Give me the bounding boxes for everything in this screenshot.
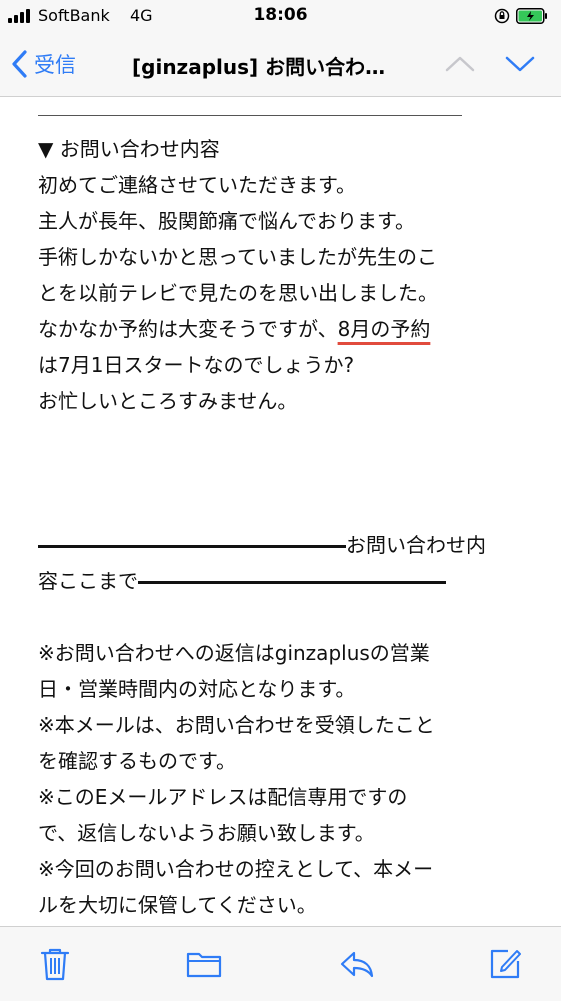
folder-icon[interactable] xyxy=(185,945,223,983)
bottom-toolbar xyxy=(0,926,561,1001)
back-button[interactable]: 受信 xyxy=(10,46,76,82)
end-marker-text: 容ここまで xyxy=(38,569,138,593)
status-time: 18:06 xyxy=(253,5,308,25)
end-marker-line: 容ここまで xyxy=(38,563,528,599)
body-line: 初めてご連絡させていただきます。 xyxy=(38,173,356,197)
body-line: は7月1日スタートなのでしょうか? xyxy=(38,353,355,377)
body-text: なかなか予約は大変そうですが、 xyxy=(38,317,338,341)
navigation-bar: 受信 [ginzaplus] お問い合わ… xyxy=(0,32,561,97)
compose-icon[interactable] xyxy=(486,945,524,983)
reply-icon[interactable] xyxy=(338,945,376,983)
notice-line: ※本メールは、お問い合わせを受領したこと xyxy=(38,713,435,737)
body-line: とを以前テレビで見たのを思い出しました。 xyxy=(38,281,438,305)
body-line: 主人が長年、股関節痛で悩んでおります。 xyxy=(38,209,415,233)
next-message-chevron-down-icon[interactable] xyxy=(504,50,536,78)
notice-line: 日・営業時間内の対応となります。 xyxy=(38,677,356,701)
highlighted-text: 8月の予約 xyxy=(337,317,431,341)
notice-line: を確認するものです。 xyxy=(38,749,236,773)
chevron-left-icon xyxy=(12,50,27,78)
message-body: ▼ お問い合わせ内容 初めてご連絡させていただきます。 主人が長年、股関節痛で悩… xyxy=(38,98,528,918)
message-subject-title: [ginzaplus] お問い合わ… xyxy=(132,55,386,79)
section-header: ▼ お問い合わせ内容 xyxy=(38,137,220,161)
notice-line: ※このEメールアドレスは配信専用ですの xyxy=(38,785,408,809)
battery-icon xyxy=(516,8,547,24)
rule-line xyxy=(138,581,446,584)
end-marker-line: お問い合わせ内 xyxy=(38,527,528,563)
orientation-lock-icon xyxy=(494,8,510,24)
body-line: 手術しかないかと思っていましたが先生のこ xyxy=(38,245,437,269)
end-marker-text: お問い合わせ内 xyxy=(346,533,486,557)
notice-line: ルを大切に保管してください。 xyxy=(38,893,317,917)
trash-icon[interactable] xyxy=(36,945,74,983)
back-button-label: 受信 xyxy=(34,53,76,77)
body-line: なかなか予約は大変そうですが、8月の予約 xyxy=(38,311,528,347)
notice-line: ※お問い合わせへの返信はginzaplusの営業 xyxy=(38,641,430,665)
status-bar: SoftBank 4G 18:06 xyxy=(0,0,561,32)
notice-line: で、返信しないようお願い致します。 xyxy=(38,821,375,845)
rule-line xyxy=(38,545,346,548)
previous-message-chevron-up-icon[interactable] xyxy=(444,50,476,78)
body-line: お忙しいところすみません。 xyxy=(38,389,298,413)
notice-line: ※今回のお問い合わせの控えとして、本メー xyxy=(38,857,434,881)
